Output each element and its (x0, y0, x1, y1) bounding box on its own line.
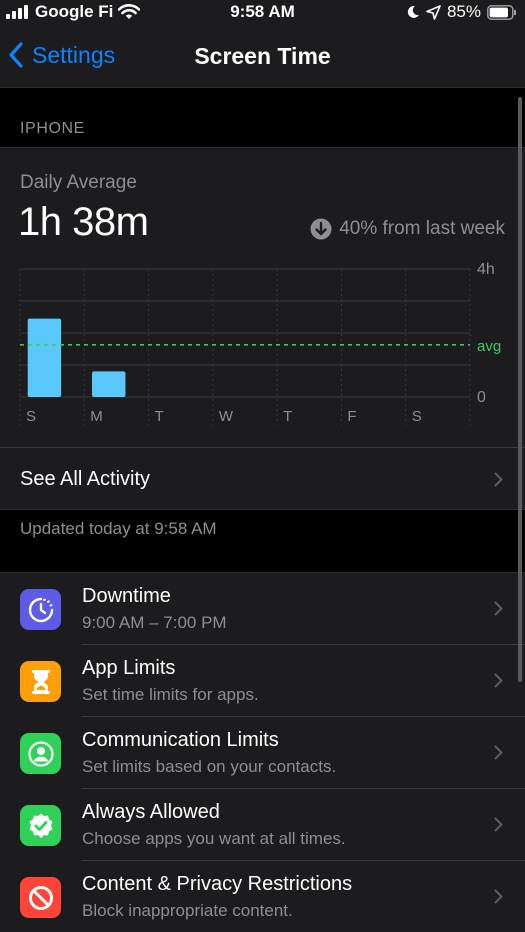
status-time: 9:58 AM (230, 2, 295, 21)
moon-icon (407, 5, 419, 18)
status-right: 85% (406, 2, 517, 22)
updated-timestamp: Updated today at 9:58 AM (20, 519, 217, 538)
list-item-subtitle: Set time limits for apps. (82, 685, 259, 704)
list-item-subtitle: 9:00 AM – 7:00 PM (82, 613, 227, 632)
location-arrow-icon (426, 4, 441, 20)
chevron-right-icon (494, 889, 503, 904)
battery-percent: 85% (446, 2, 481, 21)
list-item-title: Communication Limits (82, 729, 279, 751)
chart-x-tick-label: S (412, 408, 422, 425)
back-label: Settings (32, 42, 116, 68)
chart-x-tick-label: M (90, 408, 103, 425)
contact-icon (20, 733, 61, 774)
list-item-subtitle: Block inappropriate content. (82, 901, 293, 920)
list-item-always-allowed[interactable]: Always Allowed Choose apps you want at a… (0, 789, 525, 861)
list-item-title: App Limits (82, 657, 176, 679)
list-item-subtitle: Set limits based on your contacts. (82, 757, 337, 776)
usage-summary-card: Daily Average 1h 38m 40% from last week … (0, 147, 525, 510)
chevron-right-icon (494, 817, 503, 832)
see-all-activity-label: See All Activity (20, 468, 151, 490)
downtime-icon (20, 589, 61, 630)
daily-usage-chart[interactable]: avg 4h 0 S M T W T F S (0, 148, 525, 448)
chevron-left-icon (9, 42, 23, 68)
chart-bar (27, 318, 62, 397)
list-item-subtitle: Choose apps you want at all times. (82, 829, 346, 848)
list-item-downtime[interactable]: Downtime 9:00 AM – 7:00 PM (0, 573, 525, 645)
see-all-activity-button[interactable]: See All Activity (0, 447, 525, 511)
chart-x-tick-label: T (283, 408, 292, 425)
list-item-title: Always Allowed (82, 801, 220, 823)
chart-y-tick-label: 4h (477, 261, 495, 278)
list-item-app-limits[interactable]: App Limits Set time limits for apps. (0, 645, 525, 717)
chart-y-tick-label: 0 (477, 389, 486, 406)
hourglass-icon (20, 661, 61, 702)
list-item-title: Downtime (82, 585, 171, 607)
list-item-title: Content & Privacy Restrictions (82, 873, 353, 895)
section-header: IPHONE (20, 120, 85, 137)
chevron-right-icon (494, 745, 503, 760)
settings-list: Downtime 9:00 AM – 7:00 PM App Limits Se… (0, 572, 525, 932)
chart-x-tick-label: W (219, 408, 234, 425)
chart-average-label: avg (477, 338, 501, 355)
no-entry-icon (20, 877, 61, 918)
chevron-right-icon (494, 673, 503, 688)
battery-icon (487, 4, 516, 20)
status-bar: Google Fi 9:58 AM 85% (0, 0, 525, 24)
chart-x-tick-label: F (347, 408, 356, 425)
chart-x-tick-label: T (155, 408, 164, 425)
list-item-content-privacy[interactable]: Content & Privacy Restrictions Block ina… (0, 861, 525, 932)
chart-bar (92, 371, 126, 397)
scroll-indicator[interactable] (518, 97, 522, 682)
checkmark-seal-icon (20, 805, 61, 846)
chevron-right-icon (494, 472, 503, 487)
navigation-bar: Settings Screen Time (0, 24, 525, 88)
back-button[interactable]: Settings (8, 40, 115, 70)
chart-x-tick-label: S (26, 408, 36, 425)
list-item-communication-limits[interactable]: Communication Limits Set limits based on… (0, 717, 525, 789)
chevron-right-icon (494, 601, 503, 616)
